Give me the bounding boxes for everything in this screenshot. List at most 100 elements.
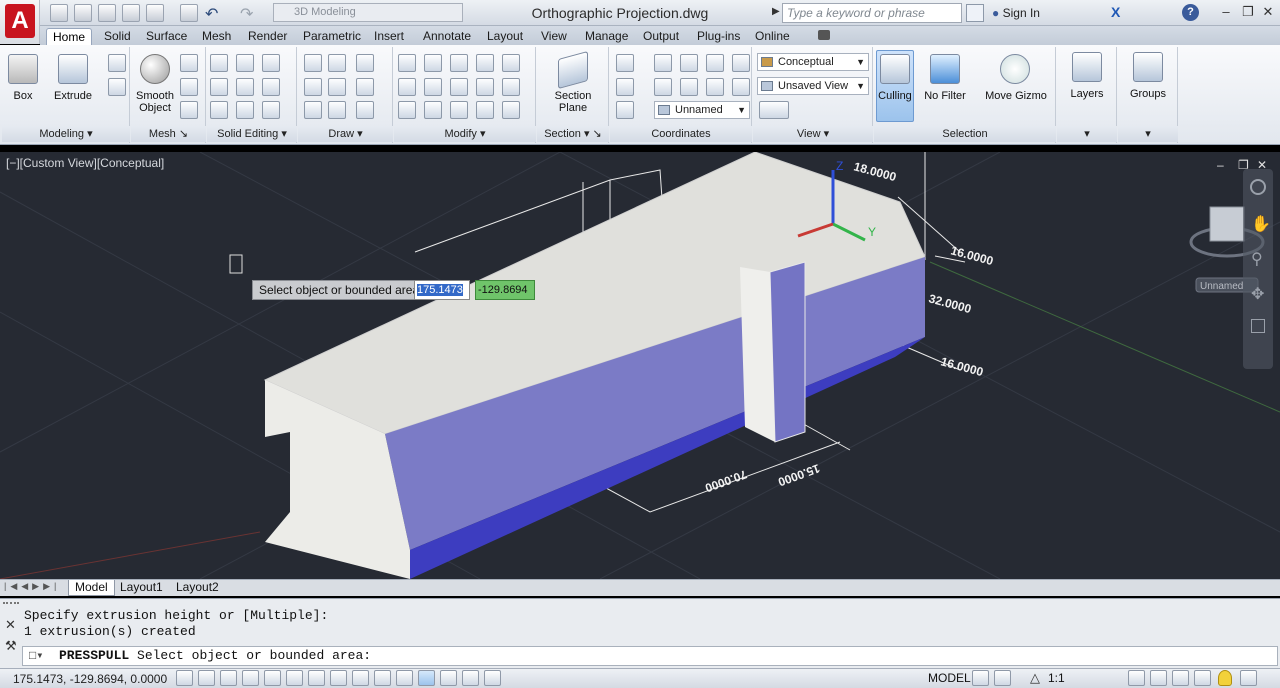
array-icon[interactable]	[502, 101, 520, 119]
union-icon[interactable]	[210, 54, 228, 72]
3d-move-icon[interactable]	[424, 54, 442, 72]
command-grip-icon[interactable]	[3, 602, 19, 610]
command-prompt-icon[interactable]: □▾	[29, 647, 43, 665]
tab-model[interactable]: Model	[68, 580, 115, 596]
move-gizmo-icon[interactable]	[1000, 54, 1030, 84]
lineweight-icon[interactable]	[396, 670, 413, 686]
extrude-button-label[interactable]: Extrude	[50, 90, 96, 102]
dynamic-input-y[interactable]: -129.8694	[475, 280, 535, 300]
open-icon[interactable]	[74, 4, 92, 22]
polysolid-icon[interactable]	[108, 54, 126, 72]
3d-align-icon[interactable]	[424, 78, 442, 96]
ucs-y-icon[interactable]	[680, 78, 698, 96]
ortho-mode-icon[interactable]	[242, 670, 259, 686]
ucs-origin-icon[interactable]	[706, 54, 724, 72]
tab-parametric[interactable]: Parametric	[297, 28, 367, 45]
dynamic-input-x[interactable]: 175.1473	[414, 280, 470, 300]
quick-view-drawings-icon[interactable]	[994, 670, 1011, 686]
copy-icon[interactable]	[476, 54, 494, 72]
navigation-bar[interactable]: ✋ ⚲ ✥	[1243, 169, 1273, 369]
mesh-refine-icon[interactable]	[180, 78, 198, 96]
close-icon[interactable]: ✕	[1258, 3, 1278, 21]
help-icon[interactable]: ?	[1182, 4, 1199, 21]
pan-icon[interactable]: ✋	[1251, 214, 1271, 234]
tab-view[interactable]: View	[535, 28, 573, 45]
showmotion-icon[interactable]	[1251, 319, 1265, 333]
lock-icon[interactable]	[1150, 670, 1167, 686]
tab-surface[interactable]: Surface	[140, 28, 193, 45]
save-icon[interactable]	[98, 4, 116, 22]
redo-icon[interactable]: ↷	[240, 4, 253, 24]
view-panel-title[interactable]: View ▾	[753, 126, 873, 142]
object-snap-tracking-icon[interactable]	[330, 670, 347, 686]
tab-home[interactable]: Home	[46, 28, 93, 45]
line-icon[interactable]	[304, 78, 322, 96]
ucs-world-2-icon[interactable]	[616, 78, 634, 96]
quick-properties-icon[interactable]	[440, 670, 457, 686]
exchange-icon[interactable]: X	[1111, 4, 1120, 20]
fillet-edge-icon[interactable]	[502, 78, 520, 96]
workspace-dropdown[interactable]: 3D Modeling	[273, 3, 463, 22]
rotate-icon[interactable]	[450, 78, 468, 96]
smooth-label[interactable]: Smooth	[132, 90, 178, 102]
selection-cycling-icon[interactable]	[462, 670, 479, 686]
steering-wheel-icon[interactable]	[1250, 179, 1266, 195]
3d-rotate-icon[interactable]	[450, 54, 468, 72]
visual-style-dropdown[interactable]: Conceptual ▼	[757, 53, 869, 71]
ucs-object-icon[interactable]	[732, 78, 750, 96]
viewcube-icon[interactable]	[1209, 206, 1245, 242]
ellipse-icon[interactable]	[356, 101, 374, 119]
smooth-object-icon[interactable]	[140, 54, 170, 84]
plane-label[interactable]: Plane	[540, 102, 606, 114]
tab-layout2[interactable]: Layout2	[170, 580, 225, 596]
tab-online[interactable]: Online	[749, 28, 796, 45]
quick-view-layouts-icon[interactable]	[972, 670, 989, 686]
orbit-icon[interactable]: ✥	[1251, 284, 1264, 304]
saved-view-dropdown[interactable]: Unsaved View ▼	[757, 77, 869, 95]
layout-nav-arrows-icon[interactable]: |◀◀▶▶|	[4, 581, 60, 592]
tab-plugins[interactable]: Plug-ins	[691, 28, 746, 45]
drawing-viewport[interactable]: Z Y 18.0000 16.0000 32.0000 16.0000 70.0…	[0, 152, 1280, 579]
grid-display-icon[interactable]	[220, 670, 237, 686]
application-menu-button[interactable]: A	[0, 0, 40, 44]
extract-edges-icon[interactable]	[262, 54, 280, 72]
hardware-acceleration-icon[interactable]	[1172, 670, 1189, 686]
command-line-input[interactable]: □▾ PRESSPULL Select object or bounded ar…	[22, 646, 1278, 666]
no-filter-label[interactable]: No Filter	[918, 90, 972, 102]
polyline-icon[interactable]	[304, 54, 322, 72]
tab-mesh[interactable]: Mesh	[196, 28, 237, 45]
intersect-icon[interactable]	[210, 78, 228, 96]
modeling-panel-title[interactable]: Modeling ▾	[2, 126, 130, 142]
object-snap-icon[interactable]	[286, 670, 303, 686]
section-panel-title[interactable]: Section ▾ ↘	[537, 126, 609, 142]
modify-panel-title[interactable]: Modify ▾	[394, 126, 536, 142]
rectangle-icon[interactable]	[328, 101, 346, 119]
trim-icon[interactable]	[398, 78, 416, 96]
no-filter-icon[interactable]	[930, 54, 960, 84]
tab-render[interactable]: Render	[242, 28, 293, 45]
3d-object-snap-icon[interactable]	[308, 670, 325, 686]
move-gizmo-label[interactable]: Move Gizmo	[982, 90, 1050, 102]
annotation-monitor-icon[interactable]	[484, 670, 501, 686]
viewport-controls-label[interactable]: [−][Custom View][Conceptual]	[6, 156, 164, 170]
arc-icon[interactable]	[356, 54, 374, 72]
offset-icon[interactable]	[476, 78, 494, 96]
separate-icon[interactable]	[262, 101, 280, 119]
coordinate-readout[interactable]: 175.1473, -129.8694, 0.0000	[13, 672, 167, 686]
culling-label[interactable]: Culling	[874, 90, 916, 102]
scale-icon[interactable]	[450, 101, 468, 119]
interfere-icon[interactable]	[210, 101, 228, 119]
mesh-panel-title[interactable]: Mesh ↘	[131, 126, 206, 142]
lightbulb-icon[interactable]	[1218, 670, 1232, 686]
new-icon[interactable]	[50, 4, 68, 22]
command-settings-icon[interactable]: ⚒	[5, 638, 17, 654]
tab-output[interactable]: Output	[637, 28, 685, 45]
explode-icon[interactable]	[476, 101, 494, 119]
ucs-view-icon[interactable]	[732, 54, 750, 72]
vp-minimize-icon[interactable]: –	[1217, 158, 1224, 172]
save-as-icon[interactable]	[122, 4, 140, 22]
extrude-icon[interactable]	[58, 54, 88, 84]
viewport-config-icon[interactable]	[759, 101, 789, 119]
box-button-label[interactable]: Box	[4, 90, 42, 102]
ucs-world-icon[interactable]	[654, 54, 672, 72]
